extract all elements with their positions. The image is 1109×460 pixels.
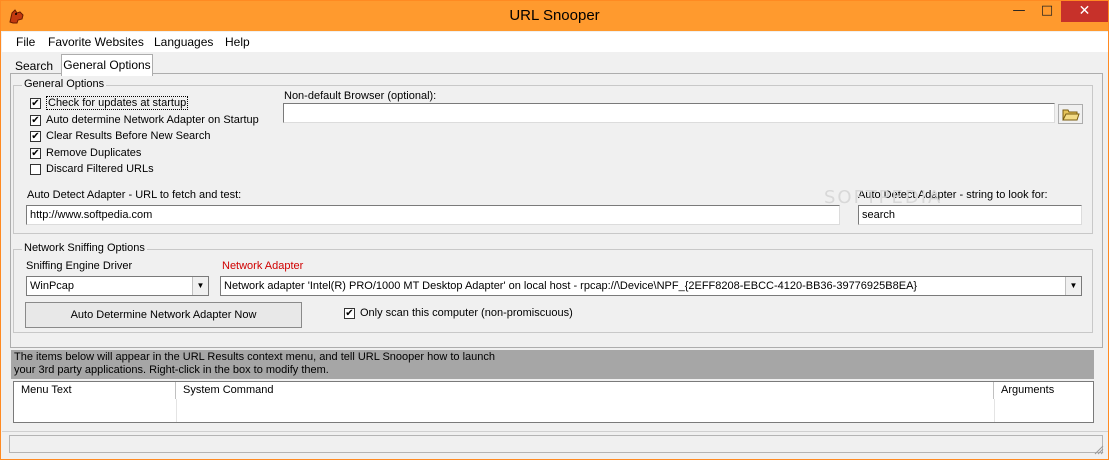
tab-search[interactable]: Search xyxy=(11,56,57,76)
browser-label: Non-default Browser (optional): xyxy=(284,90,437,102)
context-menu-table[interactable]: Menu Text System Command Arguments xyxy=(13,381,1094,423)
folder-icon xyxy=(1062,109,1080,121)
browser-path-input[interactable] xyxy=(283,103,1055,123)
status-panel xyxy=(9,435,1103,453)
checkbox-label: Remove Duplicates xyxy=(46,147,142,159)
checkbox-box[interactable]: ✔ xyxy=(30,98,41,109)
checkbox-box[interactable]: ✔ xyxy=(30,115,41,126)
column-divider xyxy=(176,399,177,422)
minimize-button[interactable]: — xyxy=(1004,1,1034,22)
column-header-system-command[interactable]: System Command xyxy=(176,382,994,399)
detect-url-label: Auto Detect Adapter - URL to fetch and t… xyxy=(27,189,242,201)
resize-grip-icon[interactable] xyxy=(1092,443,1104,455)
detect-string-input[interactable]: search xyxy=(858,205,1082,225)
tab-general-options[interactable]: General Options xyxy=(61,54,153,76)
checkbox-box[interactable]: ✔ xyxy=(30,131,41,142)
checkbox-label: Check for updates at startup xyxy=(46,96,189,110)
auto-determine-adapter-button[interactable]: Auto Determine Network Adapter Now xyxy=(25,302,302,328)
driver-value: WinPcap xyxy=(30,280,75,292)
checkbox-label: Discard Filtered URLs xyxy=(46,163,154,175)
menu-favorite-websites[interactable]: Favorite Websites xyxy=(48,35,144,49)
browse-folder-button[interactable] xyxy=(1058,104,1083,124)
detect-url-input[interactable]: http://www.softpedia.com xyxy=(26,205,840,225)
menu-bar: File Favorite Websites Languages Help xyxy=(2,32,1108,52)
checkbox-box[interactable] xyxy=(30,164,41,175)
chevron-down-icon[interactable]: ▼ xyxy=(192,277,208,295)
window-title: URL Snooper xyxy=(509,7,600,24)
close-button[interactable]: ✕ xyxy=(1061,1,1108,22)
title-bar[interactable]: URL Snooper — □ ✕ xyxy=(1,1,1108,31)
info-line-2: your 3rd party applications. Right-click… xyxy=(14,364,329,376)
maximize-button[interactable]: □ xyxy=(1032,1,1062,22)
adapter-value: Network adapter 'Intel(R) PRO/1000 MT De… xyxy=(224,280,918,292)
table-header: Menu Text System Command Arguments xyxy=(14,382,1093,399)
menu-languages[interactable]: Languages xyxy=(154,35,213,49)
checkbox-label: Auto determine Network Adapter on Startu… xyxy=(46,114,259,126)
adapter-select[interactable]: Network adapter 'Intel(R) PRO/1000 MT De… xyxy=(220,276,1082,296)
driver-select[interactable]: WinPcap ▼ xyxy=(26,276,209,296)
column-header-menu-text[interactable]: Menu Text xyxy=(14,382,176,399)
general-options-legend: General Options xyxy=(22,78,107,90)
checkbox-box[interactable]: ✔ xyxy=(30,148,41,159)
softpedia-watermark: SOFTPEDIA xyxy=(824,187,943,208)
info-line-1: The items below will appear in the URL R… xyxy=(14,351,495,363)
checkbox-box[interactable]: ✔ xyxy=(344,308,355,319)
column-divider xyxy=(994,399,995,422)
menu-help[interactable]: Help xyxy=(225,35,250,49)
app-window: URL Snooper — □ ✕ File Favorite Websites… xyxy=(0,0,1109,460)
chevron-down-icon[interactable]: ▼ xyxy=(1065,277,1081,295)
adapter-label: Network Adapter xyxy=(222,260,304,272)
column-header-arguments[interactable]: Arguments xyxy=(994,382,1093,399)
checkbox-label: Only scan this computer (non-promiscuous… xyxy=(360,307,573,319)
context-menu-info: The items below will appear in the URL R… xyxy=(11,350,1094,379)
status-bar xyxy=(2,431,1108,459)
network-options-legend: Network Sniffing Options xyxy=(22,242,147,254)
checkbox-label: Clear Results Before New Search xyxy=(46,130,211,142)
driver-label: Sniffing Engine Driver xyxy=(26,260,133,272)
menu-file[interactable]: File xyxy=(16,35,35,49)
